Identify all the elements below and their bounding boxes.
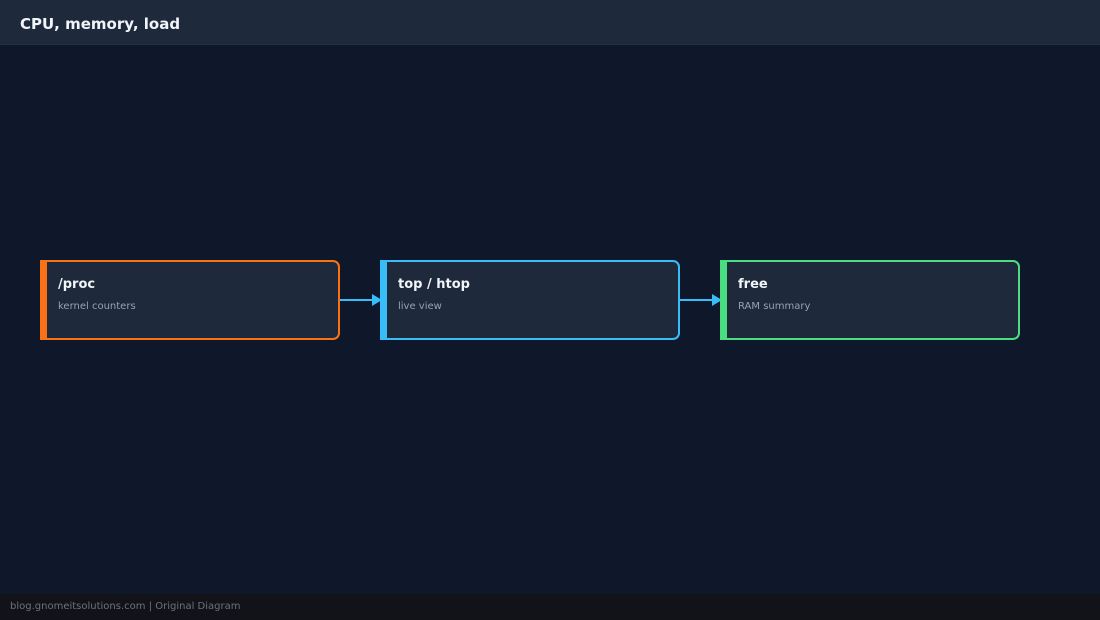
node-subtitle: live view (398, 301, 442, 312)
node-proc[interactable]: /proc kernel counters (40, 260, 340, 340)
footer-bar: blog.gnomeitsolutions.com | Original Dia… (0, 594, 1100, 620)
page-title: CPU, memory, load (20, 15, 181, 33)
diagram-canvas: /proc kernel counters top / htop live vi… (0, 45, 1100, 594)
node-subtitle: kernel counters (58, 301, 136, 312)
node-title: /proc (58, 277, 96, 292)
node-free[interactable]: free RAM summary (720, 260, 1020, 340)
header-bar: CPU, memory, load (0, 0, 1100, 45)
footer-credit: blog.gnomeitsolutions.com | Original Dia… (10, 601, 241, 612)
node-subtitle: RAM summary (738, 301, 811, 312)
node-top-htop[interactable]: top / htop live view (380, 260, 680, 340)
node-title: free (738, 277, 768, 292)
node-title: top / htop (398, 277, 470, 292)
